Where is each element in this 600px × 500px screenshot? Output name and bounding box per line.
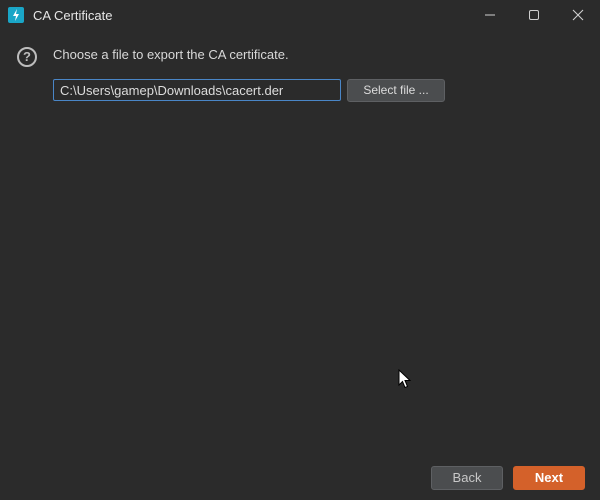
mouse-pointer-icon (398, 369, 412, 389)
maximize-icon (529, 10, 539, 20)
ca-certificate-dialog: CA Certificate ? Choose a file to export… (0, 0, 600, 500)
back-button[interactable]: Back (431, 466, 503, 490)
maximize-button[interactable] (512, 0, 556, 31)
window-title: CA Certificate (33, 8, 113, 23)
close-button[interactable] (556, 0, 600, 31)
instruction-text: Choose a file to export the CA certifica… (53, 47, 289, 62)
title-bar[interactable]: CA Certificate (0, 0, 600, 31)
minimize-icon (485, 14, 495, 16)
minimize-button[interactable] (468, 0, 512, 31)
file-path-input[interactable] (53, 79, 341, 101)
close-icon (572, 9, 584, 21)
bolt-icon (8, 7, 24, 23)
question-circle-icon: ? (17, 47, 37, 67)
select-file-button[interactable]: Select file ... (347, 79, 445, 102)
next-button[interactable]: Next (513, 466, 585, 490)
